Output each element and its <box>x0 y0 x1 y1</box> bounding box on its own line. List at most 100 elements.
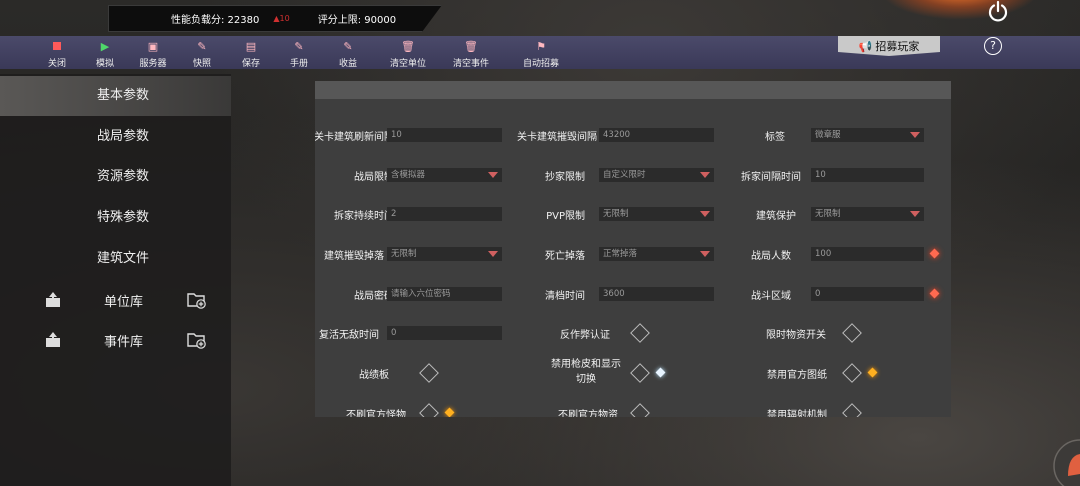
clear-units-button[interactable]: 🗑 清空单位 <box>386 36 430 69</box>
field-label: 战局人数 <box>751 251 791 262</box>
event-library-label: 事件库 <box>104 335 144 350</box>
field-label: 复活无敌时间 <box>319 330 379 341</box>
close-button[interactable]: 关闭 <box>35 36 79 69</box>
auto-recruit-button[interactable]: ⚑ 自动招募 <box>519 36 563 69</box>
warning-count: ▲10 <box>273 14 290 23</box>
pvp-limit-select[interactable]: 无限制 <box>599 207 714 221</box>
field-label: PVP限制 <box>546 211 585 222</box>
simulate-label: 模拟 <box>95 59 114 69</box>
tag-select[interactable]: 微章服 <box>811 128 924 142</box>
manual-button[interactable]: ✎ 手册 <box>277 36 321 69</box>
close-label: 关闭 <box>47 59 66 69</box>
building-protection-value: 无限制 <box>815 209 841 219</box>
trash-icon: 🗑 <box>401 40 415 53</box>
clear-events-label: 清空事件 <box>452 59 489 69</box>
edit-icon: ✎ <box>343 40 353 53</box>
unit-library-label: 单位库 <box>104 295 144 310</box>
field-label: 限时物资开关 <box>766 330 826 341</box>
no-official-monsters-checkbox[interactable] <box>419 403 439 417</box>
helmet-icon[interactable] <box>1050 436 1080 486</box>
indicator-icon <box>444 407 455 417</box>
wipe-time-input[interactable]: 3600 <box>599 287 714 301</box>
sidebar-item-basic-params[interactable]: 基本参数 <box>0 76 231 116</box>
play-icon: ▶ <box>100 40 110 53</box>
anti-cheat-checkbox[interactable] <box>630 323 650 343</box>
scoreboard-checkbox[interactable] <box>419 363 439 383</box>
field-label: 禁用枪皮和显示 切换 <box>551 357 621 387</box>
field-label: 反作弊认证 <box>560 330 610 341</box>
edit-icon: ✎ <box>294 40 304 53</box>
dropdown-arrow-icon <box>700 251 710 257</box>
match-password-input[interactable]: 请输入六位密码 <box>387 287 502 301</box>
field-label: 关卡建筑摧毁间隔 <box>517 132 597 143</box>
dropdown-arrow-icon <box>700 172 710 178</box>
event-library[interactable]: 事件库 <box>0 325 231 355</box>
box-icon: ▣ <box>147 40 159 53</box>
disable-radiation-checkbox[interactable] <box>842 403 862 417</box>
import-icon <box>46 332 60 347</box>
no-official-supplies-checkbox[interactable] <box>630 403 650 417</box>
field-label: 建筑保护 <box>756 211 796 222</box>
raid-limit-value: 自定义限时 <box>603 170 646 180</box>
field-label: 禁用官方图纸 <box>767 370 827 381</box>
clear-events-button[interactable]: 🗑 清空事件 <box>449 36 493 69</box>
field-label: 清档时间 <box>545 291 585 302</box>
save-button[interactable]: ▤ 保存 <box>229 36 273 69</box>
dropdown-arrow-icon <box>700 211 710 217</box>
recruit-players-button[interactable]: 📢 招募玩家 <box>838 36 940 56</box>
add-folder-icon[interactable] <box>187 291 207 309</box>
building-destroy-drop-value: 无限制 <box>391 249 417 259</box>
indicator-icon <box>867 367 878 378</box>
sidebar: 基本参数 战局参数 资源参数 特殊参数 建筑文件 单位库 事件库 <box>0 74 231 486</box>
clear-units-label: 清空单位 <box>389 59 426 69</box>
field-label: 战斗区域 <box>751 291 791 302</box>
raid-interval-input[interactable]: 10 <box>811 168 924 182</box>
building-protection-select[interactable]: 无限制 <box>811 207 924 221</box>
sidebar-item-resource-params[interactable]: 资源参数 <box>0 157 231 197</box>
disable-blueprints-checkbox[interactable] <box>842 363 862 383</box>
sidebar-item-special-params[interactable]: 特殊参数 <box>0 198 231 238</box>
recruit-players-label: 招募玩家 <box>875 40 920 53</box>
snapshot-button[interactable]: ✎ 快照 <box>180 36 224 69</box>
trash-icon: 🗑 <box>464 40 478 53</box>
basic-params-panel: 关卡建筑刷新间隔 10 关卡建筑摧毁间隔 43200 标签 微章服 战局限制 含… <box>315 81 951 417</box>
field-label: 建筑摧毁掉落 <box>324 251 384 262</box>
earnings-button[interactable]: ✎ 收益 <box>326 36 370 69</box>
match-limit-select[interactable]: 含模拟器 <box>387 168 502 182</box>
field-label-line2: 切换 <box>576 374 596 385</box>
performance-bar: 性能负载分: 22380 ▲10 评分上限: 90000 <box>108 5 442 32</box>
raid-duration-input[interactable]: 2 <box>387 207 502 221</box>
file-icon: ▤ <box>245 40 257 53</box>
building-refresh-interval-input[interactable]: 10 <box>387 128 502 142</box>
field-label: 战绩板 <box>359 370 389 381</box>
simulate-button[interactable]: ▶ 模拟 <box>83 36 127 69</box>
server-button[interactable]: ▣ 服务器 <box>131 36 175 69</box>
raid-limit-select[interactable]: 自定义限时 <box>599 168 714 182</box>
add-folder-icon[interactable] <box>187 331 207 349</box>
field-label-line1: 禁用枪皮和显示 <box>551 359 621 370</box>
indicator-icon <box>655 367 666 378</box>
dropdown-arrow-icon <box>910 211 920 217</box>
power-icon[interactable] <box>986 0 1010 24</box>
help-button[interactable]: ? <box>984 37 1002 55</box>
sidebar-item-match-params[interactable]: 战局参数 <box>0 117 231 157</box>
sidebar-item-building-files[interactable]: 建筑文件 <box>0 239 231 279</box>
server-label: 服务器 <box>139 59 167 69</box>
building-destroy-interval-input[interactable]: 43200 <box>599 128 714 142</box>
building-destroy-drop-select[interactable]: 无限制 <box>387 247 502 261</box>
import-icon <box>46 292 60 307</box>
panel-header <box>315 81 951 99</box>
player-count-input[interactable]: 100 <box>811 247 924 261</box>
disable-skins-checkbox[interactable] <box>630 363 650 383</box>
stop-icon <box>35 38 79 56</box>
field-label: 关卡建筑刷新间隔 <box>315 132 394 143</box>
field-label: 标签 <box>765 132 785 143</box>
respawn-invincible-input[interactable]: 0 <box>387 326 502 340</box>
combat-zone-input[interactable]: 0 <box>811 287 924 301</box>
perf-load-label: 性能负载分: 22380 <box>171 15 260 26</box>
pvp-limit-value: 无限制 <box>603 209 629 219</box>
timed-supplies-checkbox[interactable] <box>842 323 862 343</box>
unit-library[interactable]: 单位库 <box>0 285 231 315</box>
field-label: 死亡掉落 <box>545 251 585 262</box>
death-drop-select[interactable]: 正常掉落 <box>599 247 714 261</box>
